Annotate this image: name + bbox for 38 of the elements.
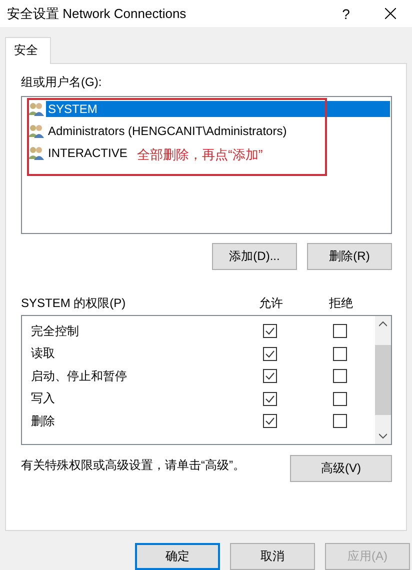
users-icon xyxy=(28,146,44,160)
dialog-button[interactable]: 确定 xyxy=(135,543,220,570)
advanced-button[interactable]: 高级(V) xyxy=(290,455,392,482)
checkbox[interactable] xyxy=(333,346,347,361)
user-item[interactable]: INTERACTIVE xyxy=(46,145,130,161)
checkbox[interactable] xyxy=(333,324,347,338)
scrollbar[interactable] xyxy=(375,316,391,444)
tab[interactable]: 安全 xyxy=(5,37,51,64)
checkbox[interactable] xyxy=(263,369,277,384)
checkbox[interactable] xyxy=(333,414,347,428)
checkbox[interactable] xyxy=(263,324,277,338)
close-icon xyxy=(384,8,396,19)
users-icon xyxy=(28,102,44,116)
checkbox[interactable] xyxy=(263,346,277,361)
list-button[interactable]: 添加(D)... xyxy=(212,243,297,270)
dialog-button[interactable]: 取消 xyxy=(230,543,315,570)
permission-name: 读取 xyxy=(31,345,56,362)
list-button[interactable]: 删除(R) xyxy=(307,243,392,270)
permissions-label: SYSTEM 的权限(P) xyxy=(21,295,127,312)
group-label: 组或用户名(G): xyxy=(21,74,103,91)
scrollbar-thumb[interactable] xyxy=(375,345,391,415)
advanced-note: 有关特殊权限或高级设置，请单击“高级”。 xyxy=(21,457,245,474)
users-icon xyxy=(28,124,44,138)
checkbox[interactable] xyxy=(333,369,347,384)
checkbox[interactable] xyxy=(263,414,277,428)
help-button[interactable]: ? xyxy=(324,0,368,27)
user-item[interactable]: SYSTEM xyxy=(46,101,390,117)
permission-name: 写入 xyxy=(31,390,56,408)
checkbox[interactable] xyxy=(263,392,277,406)
checkbox[interactable] xyxy=(333,392,347,406)
column-header: 允许 xyxy=(258,295,284,312)
column-header: 拒绝 xyxy=(328,295,354,312)
annotation-text: 全部删除，再点“添加” xyxy=(137,146,263,164)
user-item[interactable]: Administrators (HENGCANIT\Administrators) xyxy=(46,123,289,139)
permission-name: 完全控制 xyxy=(31,322,80,340)
permission-name: 启动、停止和暂停 xyxy=(31,368,128,385)
window-title: 安全设置 Network Connections xyxy=(7,4,188,22)
permission-name: 删除 xyxy=(31,412,56,430)
